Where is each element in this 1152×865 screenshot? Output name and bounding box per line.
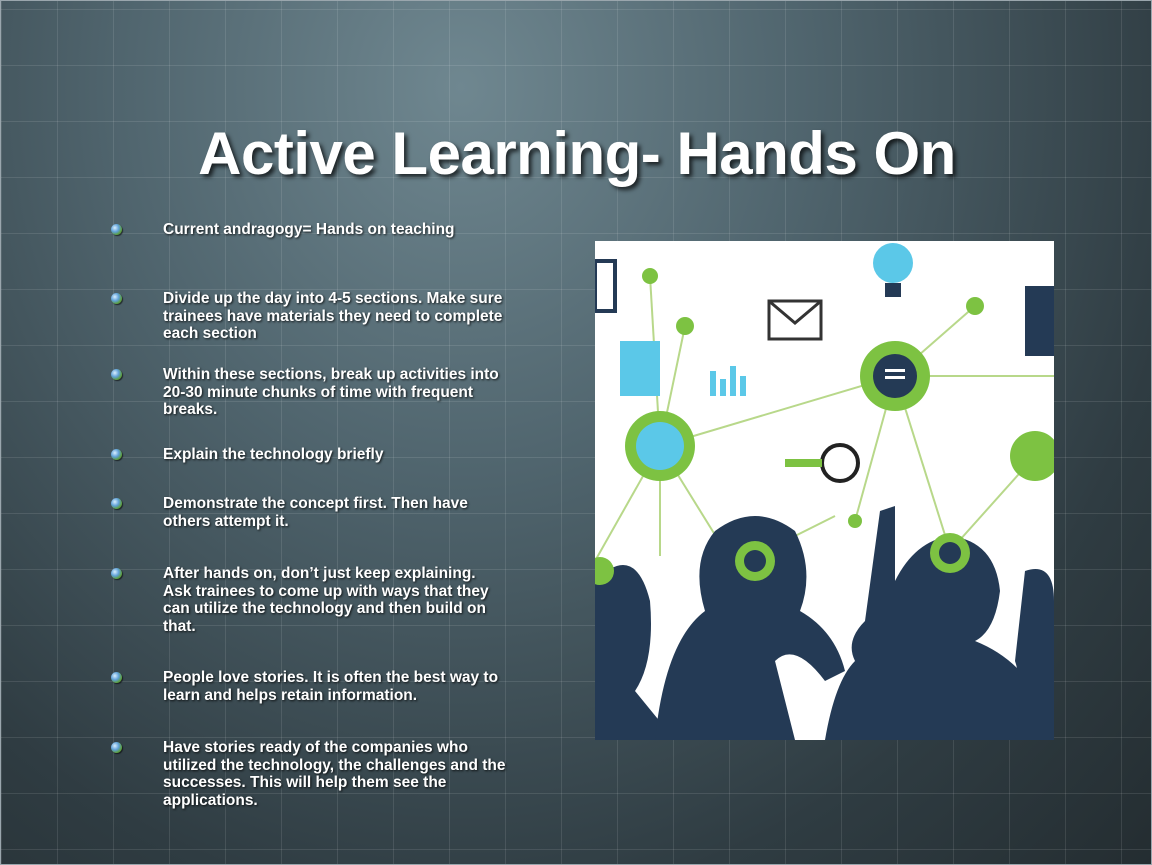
network-nodes — [625, 268, 1054, 528]
bullet-line: breaks. — [163, 401, 218, 418]
globe-bullet-icon — [111, 369, 122, 380]
pie-chart-icon — [636, 422, 684, 470]
laptop-icon — [1025, 286, 1054, 356]
bullet-line: learn and helps retain information. — [163, 686, 418, 704]
people-silhouettes — [595, 506, 1054, 740]
bullet-text: Demonstrate the concept first. Then have… — [163, 495, 468, 530]
bullet-text: After hands on, don’t just keep explaini… — [163, 565, 489, 635]
bullet-line: that. — [163, 617, 196, 635]
magnifier-icon — [820, 443, 860, 483]
globe-bullet-icon — [111, 498, 122, 509]
bullet-line: After hands on, don’t just keep explaini… — [163, 565, 476, 582]
globe-bullet-icon — [111, 224, 122, 235]
bullet-line: trainees have materials they need to com… — [163, 307, 503, 325]
lightbulb-icon — [873, 243, 913, 283]
bullet-line: Have stories ready of the companies who — [163, 739, 468, 756]
bullet-line: People love stories. It is often the bes… — [163, 669, 499, 686]
bullet-line: Current andragogy= Hands on teaching — [163, 221, 455, 238]
globe-bullet-icon — [111, 293, 122, 304]
globe-bullet-icon — [111, 449, 122, 460]
bullet-text: Current andragogy= Hands on teaching — [163, 221, 455, 239]
globe-bullet-icon — [111, 568, 122, 579]
bullet-line: Demonstrate the concept first. Then have — [163, 495, 468, 512]
bullet-line: Within these sections, break up activiti… — [163, 366, 499, 383]
technology-network-illustration — [595, 241, 1054, 740]
document-icon — [620, 341, 660, 396]
bullet-text: Divide up the day into 4-5 sections. Mak… — [163, 290, 502, 343]
bullet-line: each section — [163, 325, 257, 342]
bullet-text: People love stories. It is often the bes… — [163, 669, 498, 704]
slide: Active Learning- Hands On Current andrag… — [0, 0, 1152, 865]
bullet-line: Explain the technology briefly — [163, 446, 384, 463]
bullet-text: Within these sections, break up activiti… — [163, 366, 499, 419]
bullet-line: Ask trainees to come up with ways that t… — [163, 582, 489, 600]
bullet-line: 20-30 minute chunks of time with frequen… — [163, 383, 474, 401]
bullet-text: Explain the technology briefly — [163, 446, 383, 464]
phone-icon — [595, 259, 617, 313]
bullet-line: successes. This will help them see the — [163, 774, 447, 791]
bullet-line: can utilize the technology and then buil… — [163, 600, 486, 617]
globe-bullet-icon — [111, 672, 122, 683]
bullet-line: others attempt it. — [163, 512, 289, 530]
globe-bullet-icon — [111, 742, 122, 753]
bullet-line: Divide up the day into 4-5 sections. Mak… — [163, 290, 503, 307]
people-network-image — [595, 243, 1054, 740]
bullet-line: applications. — [163, 791, 258, 809]
slide-title: Active Learning- Hands On — [198, 120, 956, 187]
bar-chart-icon — [710, 366, 746, 396]
bullet-line: utilized the technology, the challenges … — [163, 756, 506, 774]
bullet-text: Have stories ready of the companies who u… — [163, 739, 505, 809]
